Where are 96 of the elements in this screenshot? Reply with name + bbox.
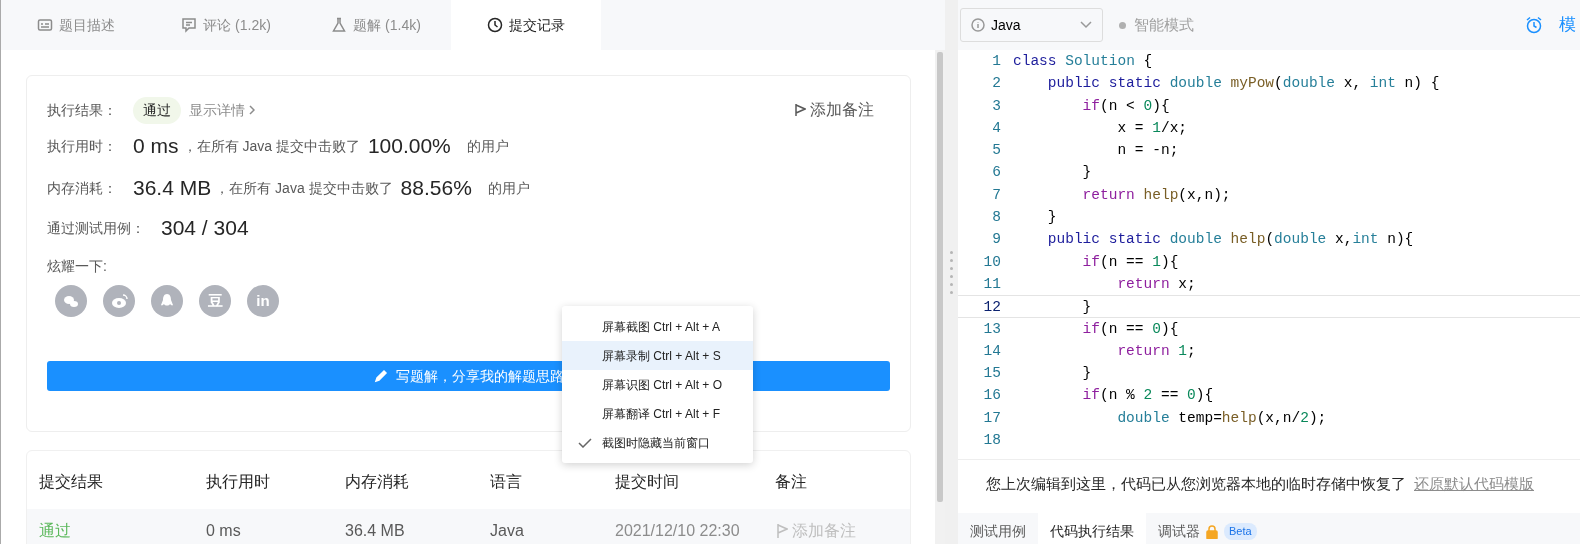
column-header: 执行用时 [206,472,271,492]
stat-percent: 88.56% [400,175,472,202]
code-line: x = 1/x; [1116,118,1188,138]
column-header: 提交结果 [38,472,104,492]
card-icon [37,17,53,33]
share-label: 炫耀一下: [47,257,108,276]
line-number: 4 [991,118,1002,138]
code-line: } [1046,208,1057,228]
line-number: 15 [982,364,1002,384]
check-icon [578,438,592,448]
code-line: if(n % 2 == 0){ [1081,386,1214,406]
code-line: } [1081,298,1092,317]
test-count: 304 / 304 [161,215,249,242]
mode-toggle[interactable]: 智能模式 [1119,13,1194,37]
chevron-down-icon [1080,21,1092,29]
line-number: 12 [982,298,1002,317]
share-button[interactable] [55,285,87,317]
share-button[interactable]: in [247,285,279,317]
stat-value: 36.4 MB [133,175,212,202]
line-number: 11 [982,274,1002,294]
stat-text: ，在所有 Java 提交中击败了 [182,136,360,156]
code-line: return help(x,n); [1081,185,1231,205]
alarm-clock-icon [1525,16,1543,34]
line-number: 18 [982,431,1002,451]
code-line: double temp=help(x,n/2); [1116,408,1327,428]
pencil-icon [373,369,388,383]
menu-item[interactable]: 屏幕录制 Ctrl + Alt + S [562,341,753,370]
clock-icon [487,17,503,33]
beta-badge: Beta [1224,523,1257,540]
flag-icon [794,103,806,117]
menu-item[interactable]: 截图时隐藏当前窗口 [562,428,753,457]
label: 执行结果： [47,100,117,120]
code-line: if(n == 1){ [1081,252,1179,272]
share-button[interactable] [151,285,183,317]
line-number: 14 [982,341,1002,361]
stat-label: 执行用时： [47,136,117,156]
column-header: 内存消耗 [345,472,410,492]
stat-label: 内存消耗： [47,178,117,198]
line-number: 3 [991,96,1002,116]
table-cell-text: Java [490,521,525,541]
line-number: 1 [991,52,1002,71]
share-button[interactable]: 豆 [199,285,231,317]
tab[interactable]: 题目描述 [1,0,151,50]
status-link[interactable]: 通过 [39,522,71,539]
table-cell-text: 36.4 MB [345,521,406,541]
code-line: public static double help(double x,int n){ [1046,230,1414,250]
flag-icon [776,523,788,539]
line-number: 6 [991,163,1002,183]
code-line: class Solution { [1013,52,1153,71]
column-header: 语言 [490,472,523,492]
chevron-right-icon [249,105,255,115]
code-line: } [1081,163,1092,183]
line-number: 5 [991,141,1002,161]
stat-text: ，在所有 Java 提交中击败了 [215,178,393,198]
code-line: return x; [1116,274,1196,294]
add-note-button[interactable]: 添加备注 [793,97,875,123]
code-line: n = -n; [1116,141,1179,161]
restore-link[interactable]: 还原默认代码模版 [1414,473,1534,496]
table-cell-text: 2021/12/10 22:30 [615,521,741,541]
column-header: 备注 [775,472,807,492]
flask-icon [331,17,348,33]
stat-label: 通过测试用例： [47,218,145,238]
tab[interactable]: 代码执行结果 [1038,513,1146,544]
code-line: if(n == 0){ [1081,319,1179,339]
code-line: return 1; [1116,341,1196,361]
table-cell-text: 0 ms [206,521,242,541]
line-number: 17 [982,408,1002,428]
column-header: 提交时间 [615,472,680,492]
eye-icon [110,292,128,310]
code-line: } [1081,364,1092,384]
code-line: if(n < 0){ [1081,96,1170,116]
line-number: 7 [991,185,1002,205]
info-icon [971,18,985,32]
language-select[interactable]: Java [960,8,1103,42]
tab[interactable]: 提交记录 [451,0,601,50]
line-number: 10 [982,252,1002,272]
stat-percent: 100.00% [367,133,451,160]
details-link[interactable]: 显示详情 [189,99,255,121]
restore-message: 您上次编辑到这里，代码已从您浏览器本地的临时存储中恢复了 [986,474,1406,494]
stat-suffix: 的用户 [487,178,530,198]
line-number: 16 [982,386,1002,406]
stat-value: 0 ms [133,133,179,160]
line-number: 13 [982,319,1002,339]
tab[interactable]: 题解 (1.4k) [301,0,451,50]
tab[interactable]: 评论 (1.2k) [151,0,301,50]
status-badge: 通过 [133,96,181,124]
line-number: 2 [991,74,1002,94]
menu-item[interactable]: 屏幕截图 Ctrl + Alt + A [562,312,753,341]
code-line: public static double myPow(double x, int n) { [1046,74,1440,94]
stat-suffix: 的用户 [466,136,509,156]
timer-button[interactable]: 模 [1525,12,1576,38]
speech-bubble-icon [181,17,198,33]
line-number: 8 [991,208,1002,228]
share-button[interactable] [103,285,135,317]
line-number: 9 [991,230,1002,250]
menu-item[interactable]: 屏幕翻译 Ctrl + Alt + F [562,399,753,428]
